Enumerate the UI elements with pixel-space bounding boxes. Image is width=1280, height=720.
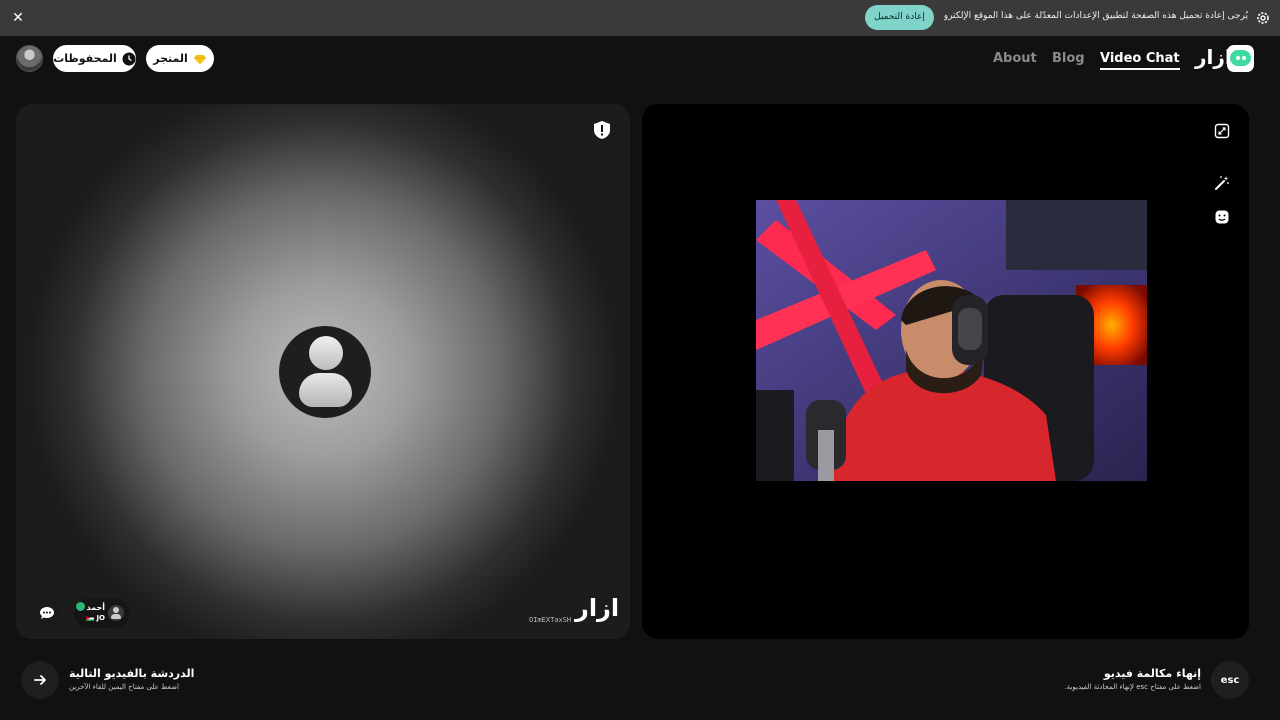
arrow-right-icon [34,675,46,685]
banner-message: يُرجى إعادة تحميل هذه الصفحة لتطبيق الإع… [944,11,1248,21]
next-video-chat-button[interactable] [21,661,59,699]
nav-blog[interactable]: Blog [1052,51,1085,66]
nav-about[interactable]: About [993,51,1037,66]
magic-wand-icon[interactable] [1214,175,1230,191]
partner-video-panel: أحمد JO OImEXTaxSH ازار [16,104,630,639]
partner-country: JO [84,614,105,622]
top-header: المحفوظات المتجر About Blog Video Chat ا… [0,36,1280,86]
bottom-controls: الدردشة بالفيديو التالية اضغط على مفتاح … [0,650,1280,720]
self-video-panel [642,104,1249,639]
gear-icon [1257,12,1269,24]
end-call-button[interactable]: esc [1211,661,1249,699]
saved-label: المحفوظات [53,52,117,65]
nav-video-chat[interactable]: Video Chat [1100,51,1180,70]
face-filter-icon[interactable] [1214,209,1230,225]
jordan-flag-icon [86,615,94,621]
partner-avatar [108,605,124,621]
chat-button[interactable] [33,599,60,626]
minimize-icon[interactable] [1214,123,1230,139]
watermark-logo: ازار [575,594,620,622]
camera-frame-image [756,200,1147,481]
store-label: المتجر [153,52,188,65]
report-shield-icon[interactable] [593,120,611,140]
next-chat-hint: اضغط على مفتاح اليمين للقاء الآخرين [69,683,179,691]
self-camera-feed [756,200,1147,481]
diamond-icon [193,54,206,64]
avatar-body [299,373,352,407]
partner-info-chip[interactable]: أحمد JO [74,598,130,628]
end-call-title: إنهاء مكالمة فيديو [1103,667,1201,680]
end-call-hint: اضغط على مفتاح esc لإنهاء المحادثة الفيد… [1064,683,1201,691]
chat-bubble-icon [39,606,54,619]
brand-logo-icon[interactable] [1227,45,1254,72]
partner-country-code: JO [96,614,105,622]
profile-avatar[interactable] [16,45,43,72]
next-chat-title: الدردشة بالفيديو التالية [69,667,195,680]
close-icon[interactable]: ✕ [12,10,24,26]
partner-placeholder-avatar [279,326,371,418]
verified-icon [76,602,85,611]
avatar-head [309,336,343,370]
close-banner-button[interactable]: ✕ [8,8,28,28]
session-id: OImEXTaxSH [529,616,572,624]
store-button[interactable]: المتجر [146,45,214,72]
clock-icon [122,52,136,65]
saved-button[interactable]: المحفوظات [53,45,136,72]
partner-name: أحمد [86,603,106,612]
reload-banner: ✕ إعادة التحميل يُرجى إعادة تحميل هذه ال… [0,0,1280,36]
reload-button[interactable]: إعادة التحميل [865,5,934,30]
